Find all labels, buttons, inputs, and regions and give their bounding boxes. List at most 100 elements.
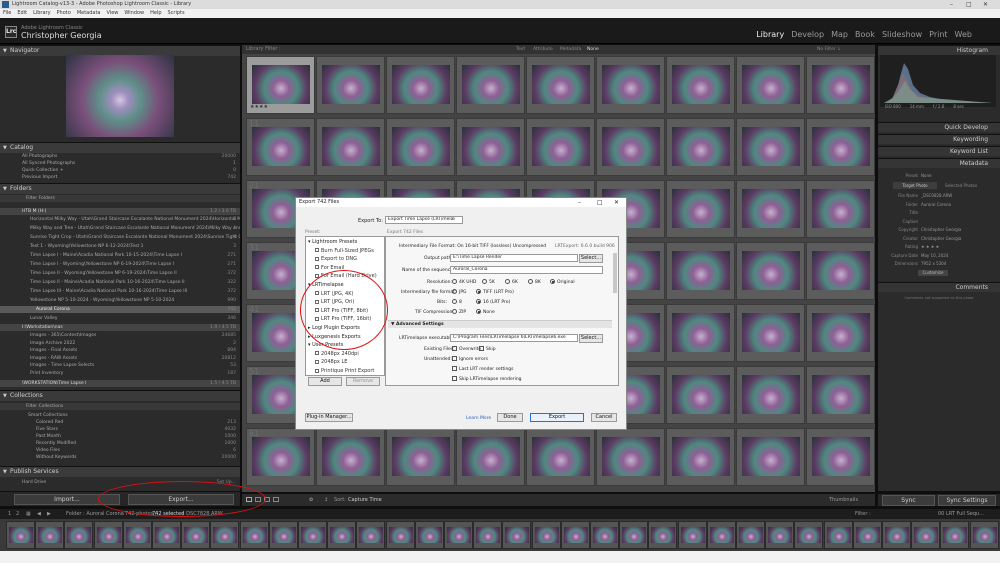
navigator-preview[interactable] xyxy=(66,55,174,137)
collection-item[interactable]: Colored Red 213 xyxy=(0,419,240,426)
res-8k[interactable]: 8K xyxy=(528,279,541,285)
filmstrip-thumb[interactable] xyxy=(736,521,765,549)
export-dialog-button[interactable]: Export xyxy=(530,413,584,422)
folder-item[interactable]: Time Lapse III - Maine\Acadia National P… xyxy=(0,288,240,295)
thumbnail-cell[interactable] xyxy=(666,242,735,300)
filter-text[interactable]: Text xyxy=(516,45,525,54)
thumbnail-cell[interactable] xyxy=(736,366,805,424)
catalog-item[interactable]: All Photographs 20000 xyxy=(0,153,240,160)
menu-metadata[interactable]: Metadata xyxy=(77,10,101,16)
metadata-header[interactable]: Metadata xyxy=(878,158,1000,168)
folder-item[interactable]: Milky Way and Tree - Utah\Grand Staircas… xyxy=(0,225,240,232)
filmstrip-thumb[interactable] xyxy=(473,521,503,549)
thumbnail-cell[interactable] xyxy=(666,56,735,114)
menu-file[interactable]: File xyxy=(3,10,11,16)
bits-16[interactable]: 16 (LRT Pro) xyxy=(476,299,510,305)
menu-view[interactable]: View xyxy=(107,10,119,16)
thumbnail-cell[interactable] xyxy=(736,304,805,362)
ignore-errors-checkbox[interactable]: Ignore errors xyxy=(452,356,488,362)
filmstrip-thumb[interactable] xyxy=(35,521,65,549)
overwrite-checkbox[interactable]: Overwrite xyxy=(452,346,481,352)
comments-header[interactable]: Comments xyxy=(878,282,1000,292)
filmstrip-thumb[interactable] xyxy=(823,521,853,549)
folder-item[interactable]: Time Lapse I - Wyoming\Yellowstone NP 6-… xyxy=(0,261,240,268)
thumbnail-cell[interactable] xyxy=(666,118,735,176)
menu-help[interactable]: Help xyxy=(150,10,161,16)
metadata-field[interactable]: Copyright Christopher Georgia xyxy=(880,227,996,233)
metadata-field[interactable]: Rating ★ ★ ★ ★ xyxy=(880,244,996,250)
histogram-header[interactable]: Histogram xyxy=(878,45,1000,55)
filmstrip-thumb[interactable] xyxy=(677,521,707,549)
thumbnail-cell[interactable] xyxy=(736,56,805,114)
filmstrip-thumb[interactable] xyxy=(239,521,269,549)
menu-window[interactable]: Window xyxy=(124,10,144,16)
customize-button[interactable]: Customize xyxy=(918,270,948,276)
thumbnail-cell[interactable] xyxy=(456,56,525,114)
sync-settings-button[interactable]: Sync Settings xyxy=(938,495,996,506)
filmstrip-filter-value[interactable]: 00 LRT Full Sequ... xyxy=(938,509,984,519)
survey-view-icon[interactable] xyxy=(273,497,279,502)
output-path-field[interactable]: E:\Time Lapse Render xyxy=(450,254,578,262)
menu-library[interactable]: Library xyxy=(33,10,50,16)
thumbnail-cell[interactable] xyxy=(806,118,875,176)
screen-1-icon[interactable]: 1 xyxy=(8,509,11,519)
thumbnail-cell[interactable] xyxy=(316,118,385,176)
metadata-field[interactable]: Folder Auroral Corona xyxy=(880,202,996,208)
thumbnail-cell[interactable] xyxy=(596,428,665,486)
dialog-maximize-icon[interactable]: □ xyxy=(597,198,603,207)
keyword-list-header[interactable]: Keyword List xyxy=(878,146,1000,156)
res-4k[interactable]: 4K UHD xyxy=(452,279,476,285)
back-icon[interactable]: ◀ xyxy=(37,509,41,519)
publish-header[interactable]: ▼ Publish Services xyxy=(0,466,240,477)
filmstrip-thumb[interactable] xyxy=(327,521,357,549)
settings-scrollbar[interactable] xyxy=(613,253,617,293)
metadata-preset[interactable]: Preset None xyxy=(880,173,996,179)
filmstrip-thumb[interactable] xyxy=(531,521,561,549)
preset-item[interactable]: Printique Print Export xyxy=(315,368,374,374)
skip-checkbox[interactable]: Skip xyxy=(479,346,496,352)
module-book[interactable]: Book xyxy=(855,30,875,39)
filmstrip-thumb[interactable] xyxy=(911,521,941,549)
executable-path-field[interactable]: C:\Program Files\LRTimelapse 6\LRTimelap… xyxy=(450,334,578,342)
menu-photo[interactable]: Photo xyxy=(57,10,71,16)
tif-zip[interactable]: ZIP xyxy=(452,309,466,315)
thumbnail-cell[interactable] xyxy=(736,242,805,300)
catalog-item[interactable]: Previous Import 742 xyxy=(0,174,240,181)
folder-item[interactable]: Lunar Valley 346 xyxy=(0,315,240,322)
sequence-name-field[interactable]: Auroral_Corona xyxy=(450,266,603,274)
add-preset-button[interactable]: Add xyxy=(308,377,342,386)
res-5k[interactable]: 5K xyxy=(482,279,495,285)
thumbnail-cell[interactable] xyxy=(736,118,805,176)
filmstrip-thumb[interactable] xyxy=(64,521,94,549)
screen-2-icon[interactable]: 2 xyxy=(16,509,19,519)
tab-selected-photos[interactable]: Selected Photos xyxy=(939,182,983,189)
collection-item[interactable]: Five Stars 4032 xyxy=(0,426,240,433)
preset-item[interactable]: 2048px LE xyxy=(315,359,347,365)
folder-item[interactable]: Yellowstone NP 5-10-2024 - Wyoming\Yello… xyxy=(0,297,240,304)
minimize-icon[interactable]: – xyxy=(950,0,953,9)
thumbnails-slider-label[interactable]: Thumbnails xyxy=(829,494,858,506)
thumbnail-cell[interactable] xyxy=(526,56,595,114)
tab-target-photo[interactable]: Target Photo xyxy=(893,182,937,189)
maximize-icon[interactable]: □ xyxy=(966,0,972,9)
filmstrip-thumb[interactable] xyxy=(122,521,152,549)
filmstrip-thumb[interactable] xyxy=(93,521,123,549)
thumbnail-cell[interactable] xyxy=(806,304,875,362)
close-icon[interactable]: ✕ xyxy=(983,0,988,9)
filmstrip-thumb[interactable] xyxy=(706,521,736,549)
preset-item[interactable]: Export to DNG xyxy=(315,256,357,262)
output-select-button[interactable]: Select... xyxy=(579,254,603,263)
filmstrip-thumb[interactable] xyxy=(794,521,824,549)
thumbnail-cell[interactable] xyxy=(736,180,805,238)
folder-item[interactable]: Images - Final Assets 894 xyxy=(0,347,240,354)
fmt-tiff[interactable]: TIFF (LRT Pro) xyxy=(476,289,514,295)
menu-scripts[interactable]: Scripts xyxy=(168,10,185,16)
cancel-button[interactable]: Cancel xyxy=(591,413,617,422)
filter-preset[interactable]: No Filter ↓ xyxy=(817,45,841,54)
thumbnail-cell[interactable] xyxy=(456,118,525,176)
folder-item[interactable]: Horizontal Milky Way - Utah\Grand Stairc… xyxy=(0,216,240,223)
collection-item[interactable]: Video Files 6 xyxy=(0,447,240,454)
tif-none[interactable]: None xyxy=(476,309,495,315)
thumbnail-cell[interactable] xyxy=(386,428,455,486)
last-settings-checkbox[interactable]: Last LRT render settings xyxy=(452,366,514,372)
